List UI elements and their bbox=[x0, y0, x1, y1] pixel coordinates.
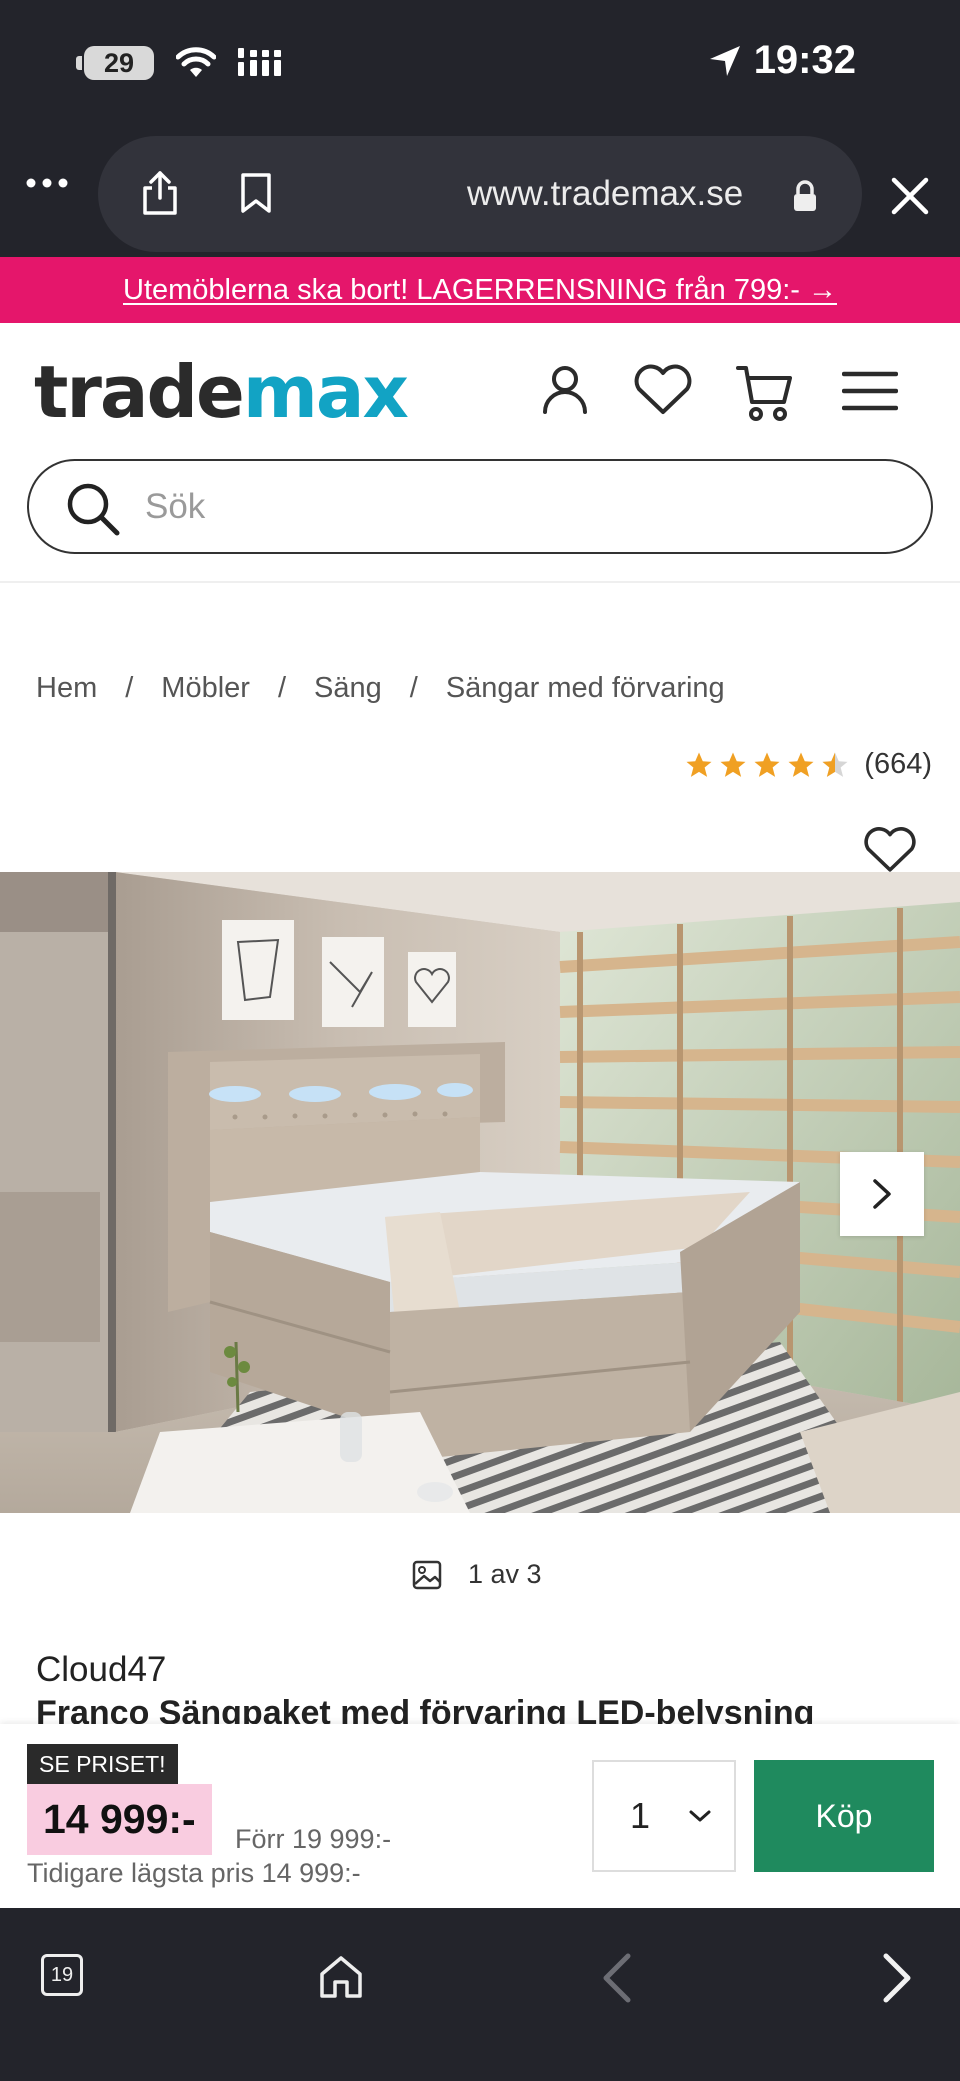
star-icon bbox=[788, 752, 814, 777]
breadcrumb-separator: / bbox=[125, 672, 134, 704]
logo-part-trade: trade bbox=[34, 350, 245, 434]
wifi-icon bbox=[176, 47, 216, 77]
rating-count: (664) bbox=[864, 748, 932, 780]
current-price: 14 999:- bbox=[27, 1784, 212, 1855]
breadcrumb-item-sang[interactable]: Säng bbox=[314, 672, 382, 705]
star-icon bbox=[686, 752, 712, 777]
wishlist-heart-icon[interactable] bbox=[632, 364, 694, 416]
star-icon bbox=[754, 752, 780, 777]
signal-icon bbox=[238, 48, 281, 76]
lock-icon bbox=[794, 180, 816, 211]
tabs-button[interactable]: 19 bbox=[41, 1954, 83, 1996]
close-icon[interactable] bbox=[888, 174, 932, 218]
product-rating[interactable]: (664) bbox=[684, 748, 932, 781]
bookmark-icon[interactable] bbox=[240, 172, 272, 214]
lowest-previous-price: Tidigare lägsta pris 14 999:- bbox=[27, 1858, 361, 1888]
clock: 19:32 bbox=[753, 38, 856, 82]
product-brand[interactable]: Cloud47 bbox=[36, 1650, 166, 1690]
logo-part-max: max bbox=[242, 350, 409, 434]
more-options-icon[interactable] bbox=[26, 176, 68, 190]
breadcrumb-separator: / bbox=[277, 672, 287, 704]
cart-icon[interactable] bbox=[736, 364, 792, 422]
star-icon bbox=[720, 752, 746, 777]
account-icon[interactable] bbox=[540, 364, 590, 416]
promo-link[interactable]: Utemöblerna ska bort! LAGERRENSNING från… bbox=[123, 274, 837, 307]
url-text[interactable]: www.trademax.se bbox=[467, 174, 743, 214]
location-arrow-icon bbox=[709, 45, 740, 76]
home-icon[interactable] bbox=[318, 1954, 364, 2000]
product-image[interactable] bbox=[0, 872, 960, 1513]
search-icon bbox=[67, 483, 120, 536]
rating-stars bbox=[684, 750, 850, 780]
trademax-logo[interactable]: trademax bbox=[34, 350, 409, 434]
breadcrumb-item-sangar-med-forvaring[interactable]: Sängar med förvaring bbox=[446, 672, 725, 705]
battery-indicator: 29 bbox=[76, 46, 154, 80]
back-arrow-icon[interactable] bbox=[600, 1952, 634, 2004]
tabs-count-icon: 19 bbox=[41, 1954, 83, 1996]
chevron-down-icon bbox=[689, 1810, 711, 1822]
browser-bottom-toolbar: 19 bbox=[0, 1908, 960, 2081]
search-bar[interactable] bbox=[27, 459, 933, 554]
browser-chrome: 29 19:32 www.trademax.se bbox=[0, 0, 960, 257]
add-to-wishlist-heart-icon[interactable] bbox=[862, 826, 918, 874]
bed-product-photo bbox=[0, 872, 960, 1513]
breadcrumb-item-hem[interactable]: Hem bbox=[36, 672, 97, 705]
price-badge: SE PRISET! bbox=[27, 1744, 178, 1785]
quantity-select[interactable]: 1 bbox=[592, 1760, 736, 1872]
status-bar-right: 19:32 bbox=[708, 38, 856, 83]
buy-button[interactable]: Köp bbox=[754, 1760, 934, 1872]
image-counter-text: 1 av 3 bbox=[468, 1559, 542, 1589]
chevron-right-icon bbox=[873, 1179, 891, 1209]
breadcrumb: Hem / Möbler / Säng / Sängar med förvari… bbox=[36, 672, 725, 705]
breadcrumb-separator: / bbox=[409, 672, 418, 704]
promo-banner: Utemöblerna ska bort! LAGERRENSNING från… bbox=[0, 257, 960, 323]
next-image-button[interactable] bbox=[840, 1152, 924, 1236]
header-divider bbox=[0, 581, 960, 583]
status-bar-left: 29 bbox=[76, 46, 290, 80]
star-half-icon bbox=[822, 752, 848, 777]
search-input[interactable] bbox=[145, 481, 885, 533]
forward-arrow-icon[interactable] bbox=[880, 1952, 914, 2004]
share-icon[interactable] bbox=[140, 170, 180, 216]
image-counter: 1 av 3 bbox=[412, 1559, 542, 1590]
image-gallery-icon bbox=[412, 1560, 442, 1589]
sticky-buy-bar: SE PRISET! 14 999:- Förr 19 999:- Tidiga… bbox=[0, 1724, 960, 1908]
before-price: Förr 19 999:- bbox=[235, 1824, 392, 1854]
breadcrumb-item-mobler[interactable]: Möbler bbox=[161, 672, 250, 705]
quantity-value: 1 bbox=[630, 1795, 651, 1836]
hamburger-menu-icon[interactable] bbox=[842, 370, 898, 412]
